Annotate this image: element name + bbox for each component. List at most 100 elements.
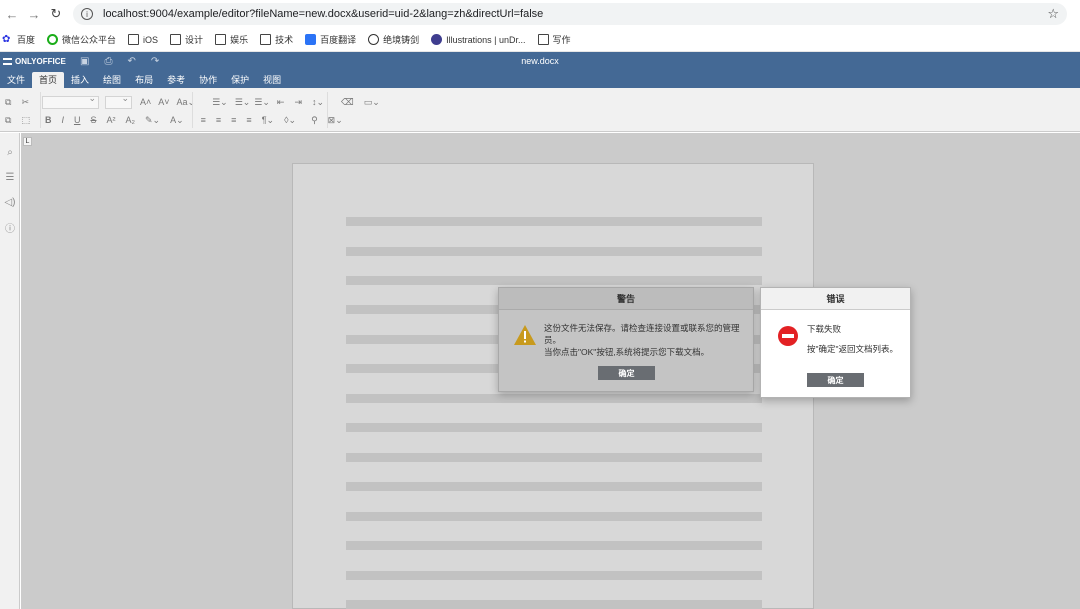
bookmark-ios[interactable]: iOS	[128, 34, 158, 45]
increase-font-icon[interactable]: A˄	[140, 97, 151, 107]
tab-references[interactable]: 参考	[160, 72, 192, 88]
url-text[interactable]: localhost:9004/example/editor?fileName=n…	[103, 8, 543, 20]
wechat-icon	[47, 34, 59, 45]
font-size-select[interactable]	[104, 93, 132, 109]
text-line	[346, 394, 762, 403]
bookmark-design[interactable]: 设计	[170, 33, 203, 46]
folder-icon	[170, 34, 182, 45]
tab-insert[interactable]: 插入	[64, 72, 96, 88]
text-line	[346, 453, 762, 462]
redo-icon[interactable]: ↷	[151, 56, 159, 67]
subscript-icon[interactable]: A₂	[125, 115, 135, 125]
left-sidebar: ⌕ ☰ ◁) ⓘ	[0, 133, 20, 609]
line-spacing-icon[interactable]: ↕⌄	[312, 97, 324, 108]
bookmark-wechat[interactable]: 微信公众平台	[47, 33, 116, 46]
cut-icon[interactable]: ✂	[21, 97, 29, 108]
bullet-list-icon[interactable]: ☰⌄	[212, 97, 228, 108]
globe-icon	[368, 34, 380, 45]
document-title: new.docx	[521, 56, 559, 66]
tab-home[interactable]: 首页	[32, 72, 65, 88]
folder-icon	[215, 34, 227, 45]
justify-icon[interactable]: ≡	[246, 115, 251, 125]
superscript-icon[interactable]: A²	[106, 115, 115, 125]
tab-protection[interactable]: 保护	[224, 72, 256, 88]
address-bar[interactable]: i localhost:9004/example/editor?fileName…	[73, 3, 1067, 25]
warning-dialog: 警告 这份文件无法保存。请检查连接设置或联系您的管理员。 当你点击"OK"按钮,…	[498, 287, 754, 392]
search-icon[interactable]: ⌕	[0, 140, 20, 165]
multilevel-list-icon[interactable]: ☰⌄	[254, 97, 270, 108]
italic-icon[interactable]: I	[61, 115, 64, 125]
decrease-indent-icon[interactable]: ⇤	[277, 97, 285, 108]
reload-icon[interactable]: ↻	[45, 3, 67, 25]
nonprinting-icon[interactable]: ⚲	[311, 115, 318, 126]
warning-icon	[514, 325, 536, 345]
text-line	[346, 600, 762, 609]
bookmark-undraw[interactable]: Illustrations | unDr...	[431, 34, 526, 45]
align-right-icon[interactable]: ≡	[231, 115, 236, 125]
warning-ok-button[interactable]: 确定	[598, 366, 655, 380]
error-stop-icon	[778, 326, 798, 346]
folder-icon	[260, 34, 272, 45]
error-message-line2: 按"确定"返回文档列表。	[807, 344, 899, 354]
onlyoffice-logo: ONLYOFFICE	[0, 57, 75, 66]
save-icon[interactable]: ▣	[80, 56, 89, 67]
site-info-icon[interactable]: i	[81, 8, 93, 20]
tab-layout[interactable]: 布局	[128, 72, 160, 88]
tab-draw[interactable]: 绘图	[96, 72, 128, 88]
bookmark-baidu-translate[interactable]: 百度翻译	[305, 33, 356, 46]
decrease-font-icon[interactable]: A˅	[158, 97, 169, 107]
text-line	[346, 276, 762, 285]
bookmark-tech[interactable]: 技术	[260, 33, 293, 46]
baidu-icon: ✿	[2, 34, 11, 45]
bookmark-star-icon[interactable]: ☆	[1047, 6, 1059, 22]
forward-arrow-icon[interactable]: →	[23, 3, 45, 25]
underline-icon[interactable]: U	[74, 115, 81, 125]
bookmark-entertainment[interactable]: 娱乐	[215, 33, 248, 46]
clear-style-icon[interactable]: ⌫	[341, 97, 354, 108]
font-name-select[interactable]	[41, 93, 99, 109]
shading-icon[interactable]: ◊⌄	[284, 115, 296, 126]
bookmark-baidu[interactable]: ✿ 百度	[2, 33, 35, 46]
folder-icon	[537, 34, 549, 45]
tab-stop-selector[interactable]: L	[23, 137, 32, 146]
align-left-icon[interactable]: ≡	[201, 115, 206, 125]
back-arrow-icon[interactable]: ←	[1, 3, 23, 25]
paragraph-mark-icon[interactable]: ¶⌄	[262, 115, 274, 126]
font-color-icon[interactable]: A⌄	[170, 115, 184, 126]
error-message-line1: 下载失败	[807, 324, 842, 334]
navigation-icon[interactable]: ☰	[0, 165, 20, 190]
error-ok-button[interactable]: 确定	[807, 373, 864, 387]
tab-file[interactable]: 文件	[0, 72, 32, 88]
warning-message-line2: 当你点击"OK"按钮,系统将提示您下载文档。	[544, 347, 710, 357]
undraw-icon	[431, 34, 443, 45]
bookmarks-bar: ✿ 百度 微信公众平台 iOS 设计 娱乐 技术 百度翻译 绝境铸剑 Illus…	[0, 28, 1080, 52]
translate-icon	[305, 34, 317, 45]
about-icon[interactable]: ⓘ	[0, 215, 20, 240]
strikethrough-icon[interactable]: S	[90, 115, 96, 125]
editor-header: ONLYOFFICE ▣ ⎙ ↶ ↷ new.docx	[0, 52, 1080, 70]
text-line	[346, 423, 762, 432]
insert-image-icon[interactable]: ⊠⌄	[328, 115, 343, 126]
print-icon[interactable]: ⎙	[104, 56, 112, 67]
bookmark-sword[interactable]: 绝境铸剑	[368, 33, 419, 46]
numbered-list-icon[interactable]: ☰⌄	[235, 97, 251, 108]
bookmark-writing[interactable]: 写作	[537, 33, 571, 46]
text-line	[346, 482, 762, 491]
increase-indent-icon[interactable]: ⇥	[294, 97, 302, 108]
formatting-toolbar: ⧉ ✂ A˄ A˅ Aa⌄ ☰⌄ ☰⌄ ☰⌄ ⇤ ⇥ ↕⌄ ⌫ ▭⌄ ⧉ ⬚ B…	[0, 88, 1080, 132]
bold-icon[interactable]: B	[45, 115, 52, 125]
select-all-icon[interactable]: ⬚	[21, 115, 30, 126]
folder-icon	[128, 34, 140, 45]
copy-style-icon[interactable]: ▭⌄	[364, 97, 380, 108]
tab-view[interactable]: 视图	[256, 72, 288, 88]
error-dialog-title: 错误	[761, 288, 910, 310]
warning-dialog-title: 警告	[499, 288, 753, 310]
undo-icon[interactable]: ↶	[127, 56, 135, 67]
text-line	[346, 217, 762, 226]
feedback-icon[interactable]: ◁)	[0, 190, 20, 215]
highlight-icon[interactable]: ✎⌄	[145, 115, 160, 126]
paste-icon[interactable]: ⧉	[5, 115, 11, 126]
copy-icon[interactable]: ⧉	[5, 97, 11, 108]
tab-collaboration[interactable]: 协作	[192, 72, 224, 88]
align-center-icon[interactable]: ≡	[216, 115, 221, 125]
